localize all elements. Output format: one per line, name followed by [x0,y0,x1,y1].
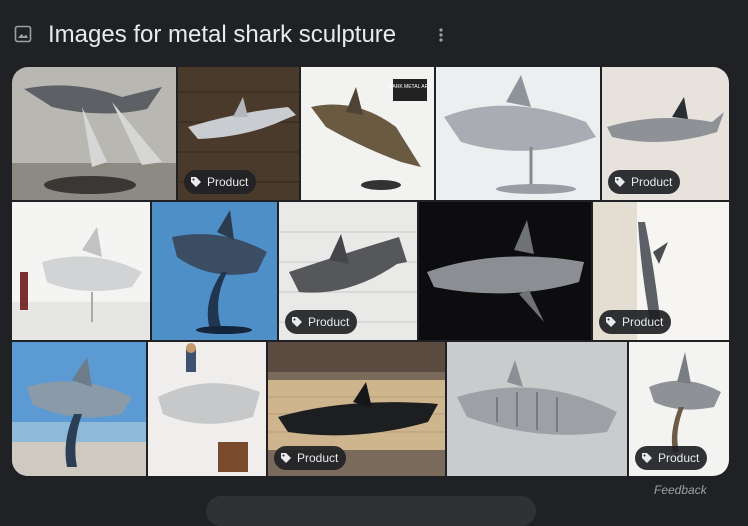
image-tile-11[interactable] [12,342,146,476]
image-tile-12[interactable] [148,342,266,476]
badge-label: Product [631,175,673,189]
tag-icon [281,453,291,463]
image-tile-2[interactable]: Product [178,67,299,200]
tag-icon [615,177,625,187]
image-tile-13[interactable]: Product [268,342,445,476]
image-tile-6[interactable] [12,202,150,340]
image-tile-7[interactable] [152,202,277,340]
images-section-title[interactable]: Images for metal shark sculpture [48,20,396,50]
shark-sculpture-image [419,202,591,340]
product-badge: Product [285,310,358,334]
image-tile-5[interactable]: Product [602,67,729,200]
image-tile-10[interactable]: Product [593,202,729,340]
shark-sculpture-image [12,67,176,200]
image-grid: Product DARK METAL ART Product Product P… [12,67,729,476]
shark-sculpture-image [12,342,146,476]
images-header: Images for metal shark sculpture [0,0,748,66]
product-badge: Product [608,170,681,194]
feedback-link[interactable]: Feedback [654,483,707,497]
tag-icon [606,317,616,327]
image-icon [14,25,32,43]
shark-sculpture-image [447,342,627,476]
tag-icon [642,453,652,463]
product-badge: Product [599,310,672,334]
image-tile-14[interactable] [447,342,627,476]
tag-icon [292,317,302,327]
shark-sculpture-image [436,67,600,200]
badge-label: Product [297,451,339,465]
image-tile-15[interactable]: Product [629,342,729,476]
logo-text: DARK METAL ART [389,84,431,90]
image-tile-9[interactable] [419,202,591,340]
shark-sculpture-image: DARK METAL ART [301,67,434,200]
badge-label: Product [207,175,249,189]
image-tile-4[interactable] [436,67,600,200]
badge-label: Product [658,451,700,465]
badge-label: Product [308,315,350,329]
shark-sculpture-image [12,202,150,340]
shark-sculpture-image [152,202,277,340]
image-tile-3[interactable]: DARK METAL ART [301,67,434,200]
tag-icon [191,177,201,187]
image-tile-8[interactable]: Product [279,202,417,340]
image-tile-1[interactable] [12,67,176,200]
more-vert-icon[interactable] [432,26,450,44]
shark-sculpture-image [148,342,266,476]
badge-label: Product [622,315,664,329]
product-badge: Product [184,170,257,194]
product-badge: Product [274,446,347,470]
product-badge: Product [635,446,708,470]
more-images-button[interactable] [206,496,536,526]
